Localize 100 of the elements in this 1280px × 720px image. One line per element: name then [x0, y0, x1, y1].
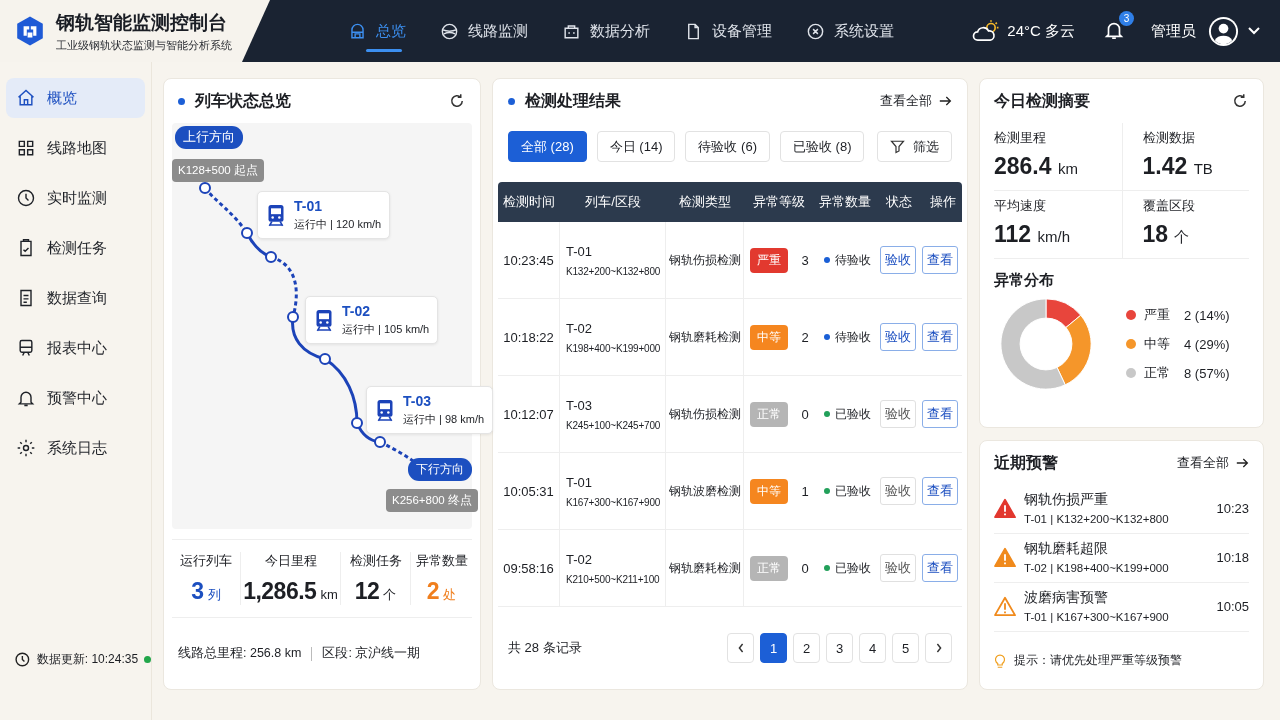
page-button[interactable]: 4 [859, 633, 886, 663]
clock-icon [14, 651, 31, 668]
tip-text: 提示：请优先处理严重等级预警 [1014, 652, 1182, 669]
sidebar-item[interactable]: 预警中心 [6, 378, 145, 418]
filter-tab[interactable]: 今日 (14) [596, 131, 676, 162]
sidebar-item[interactable]: 线路地图 [6, 128, 145, 168]
train-id: T-02 [566, 551, 592, 567]
clock-icon [16, 188, 36, 208]
chevron-down-icon[interactable] [1248, 27, 1260, 35]
app-title: 钢轨智能监测控制台 [56, 10, 228, 35]
train-name: T-01 [294, 198, 323, 214]
page-button[interactable]: 5 [892, 633, 919, 663]
refresh-icon[interactable] [1231, 92, 1249, 110]
alert-item[interactable]: 钢轨伤损严重 T-01 | K132+200~K132+800 10:23 [994, 485, 1249, 534]
stat-label: 运行列车 [180, 552, 232, 570]
update-time: 数据更新: 10:24:35 [36, 651, 139, 668]
sidebar-item[interactable]: 检测任务 [6, 228, 145, 268]
train-name: T-03 [403, 393, 432, 409]
station-marker [265, 251, 277, 263]
legend-value: 2 (14%) [1184, 307, 1230, 323]
column-header: 检测类型 [678, 193, 732, 211]
train-card[interactable]: T-01 运行中 | 120 km/h [257, 191, 391, 239]
train-id: T-01 [566, 243, 592, 259]
level-badge: 正常 [750, 401, 788, 427]
metric-label: 检测里程 [994, 129, 1047, 147]
status-text: 待验收 [835, 328, 871, 346]
filter-tab[interactable]: 已验收 (8) [779, 131, 865, 162]
table-cell: 钢轨波磨检测 [668, 483, 741, 499]
arrow-right-icon [1236, 458, 1249, 468]
alert-item[interactable]: 钢轨磨耗超限 T-02 | K198+400~K199+000 10:18 [994, 534, 1249, 583]
record-count: 共 28 条记录 [508, 639, 582, 657]
sidebar-item[interactable]: 报表中心 [6, 328, 145, 368]
table-cell: 钢轨磨耗检测 [668, 329, 741, 345]
page-button[interactable]: 2 [793, 633, 820, 663]
legend-label: 正常 [1144, 364, 1170, 382]
table-cell: 0 [801, 406, 809, 422]
accept-button[interactable]: 验收 [880, 246, 916, 274]
train-id: T-02 [566, 320, 592, 336]
train-status: 运行中 | 120 km/h [294, 217, 382, 232]
panel-title: 列车状态总览 [195, 90, 291, 111]
station-marker [241, 227, 253, 239]
globe-icon [440, 21, 459, 41]
metric-value: 18 个 [1142, 221, 1191, 248]
sidebar-item[interactable]: 实时监测 [6, 178, 145, 218]
alert-time: 10:18 [1216, 549, 1249, 565]
metric-label: 平均速度 [994, 197, 1047, 215]
house-icon [348, 21, 367, 41]
train-card[interactable]: T-02 运行中 | 105 km/h [305, 296, 439, 344]
stat-label: 检测任务 [349, 552, 402, 570]
filter-button[interactable]: 筛选 [877, 131, 952, 162]
nav-tab[interactable]: 设备管理 [684, 0, 772, 62]
alert-title: 波磨病害预警 [1024, 589, 1109, 607]
view-button[interactable]: 查看 [922, 246, 958, 274]
sidebar-item[interactable]: 系统日志 [6, 428, 145, 468]
view-button[interactable]: 查看 [922, 323, 958, 351]
view-button[interactable]: 查看 [922, 400, 958, 428]
filter-tab[interactable]: 全部 (28) [508, 131, 587, 162]
accept-button[interactable]: 验收 [880, 323, 916, 351]
alert-item[interactable]: 波磨病害预警 T-01 | K167+300~K167+900 10:05 [994, 583, 1249, 632]
status-text: 待验收 [835, 251, 871, 269]
station-marker [287, 311, 299, 323]
sidebar-item[interactable]: 数据查询 [6, 278, 145, 318]
view-button[interactable]: 查看 [922, 554, 958, 582]
home-icon [16, 88, 36, 108]
settings-icon [16, 438, 36, 458]
page-button[interactable]: 1 [760, 633, 787, 663]
filter-tab[interactable]: 待验收 (6) [685, 131, 770, 162]
train-name: T-02 [342, 303, 371, 319]
avatar-icon[interactable] [1208, 15, 1239, 47]
status-text: 已验收 [835, 482, 871, 500]
level-badge: 严重 [750, 247, 788, 273]
view-button[interactable]: 查看 [922, 477, 958, 505]
nav-tab[interactable]: 总览 [348, 0, 406, 62]
view-all-link[interactable]: 查看全部 [880, 92, 952, 110]
train-card[interactable]: T-03 运行中 | 98 km/h [366, 386, 494, 434]
nav-tab[interactable]: 数据分析 [562, 0, 650, 62]
nav-tab[interactable]: 线路监测 [440, 0, 528, 62]
stat-label: 今日里程 [264, 552, 317, 570]
table-cell: 10:05:31 [503, 483, 554, 499]
metric-value: 112 km/h [994, 221, 1071, 248]
chevron-right-icon [934, 642, 943, 654]
page-button[interactable]: 3 [826, 633, 853, 663]
user-name: 管理员 [1151, 21, 1196, 41]
train-status: 运行中 | 98 km/h [403, 412, 485, 427]
view-all-link[interactable]: 查看全部 [1177, 454, 1249, 472]
line-info: 线路总里程: 256.8 km [178, 645, 302, 662]
section-range: K245+100~K245+700 [566, 419, 661, 431]
table-cell: 10:23:45 [503, 252, 554, 268]
metric-value: 1.42 TB [1142, 153, 1214, 180]
chevron-left-icon [736, 642, 745, 654]
train-icon [314, 308, 334, 332]
column-header: 检测时间 [502, 193, 556, 211]
train-id: T-01 [566, 474, 592, 490]
funnel-icon [890, 139, 905, 154]
station-marker [351, 417, 363, 429]
sidebar-item[interactable]: 概览 [6, 78, 145, 118]
nav-tab[interactable]: 系统设置 [806, 0, 894, 62]
station-marker [319, 353, 331, 365]
level-badge: 中等 [750, 324, 788, 350]
refresh-icon[interactable] [448, 92, 466, 110]
